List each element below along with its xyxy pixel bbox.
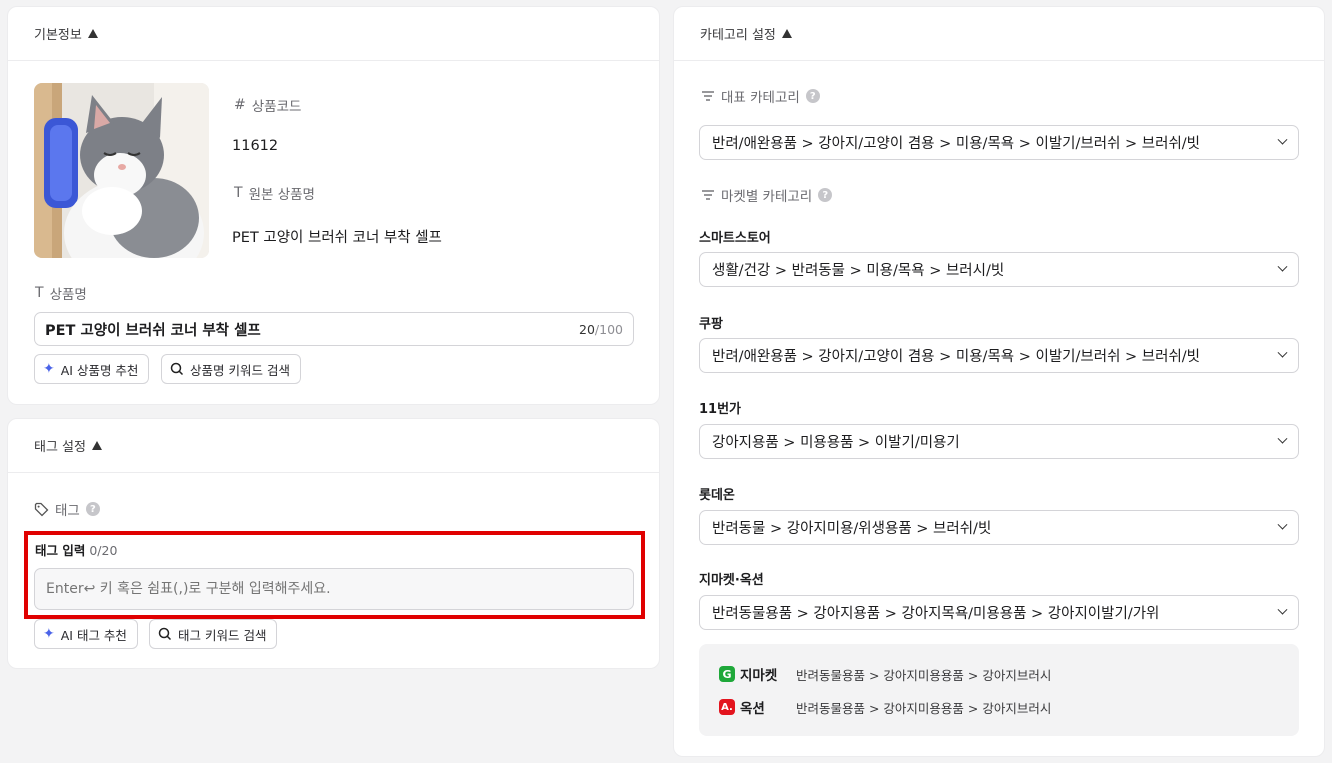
category-settings-card: 카테고리 설정 대표 카테고리 ? 반려/애완용품 > 강아지/고양이 겸용 >… xyxy=(673,6,1325,757)
market-name-smartstore: 스마트스토어 xyxy=(699,231,771,246)
chevron-down-icon xyxy=(1277,347,1288,358)
auction-label: 옥션 xyxy=(740,701,765,717)
filter-lines-icon xyxy=(702,91,714,101)
chevron-down-icon xyxy=(1277,433,1288,444)
market-name-11st: 11번가 xyxy=(699,402,742,417)
tag-input-count: 0/20 xyxy=(89,543,118,558)
market-name-gmarket-auction: 지마켓·옥션 xyxy=(699,573,764,588)
market-category-label-text: 마켓별 카테고리 xyxy=(721,189,813,205)
product-name-input[interactable]: PET 고양이 브러쉬 코너 부착 셀프 20/100 xyxy=(34,312,634,346)
gmarket-row: G 지마켓 반려동물용품 > 강아지미용용품 > 강아지브러시 xyxy=(719,664,1051,684)
chevron-down-icon xyxy=(1277,519,1288,530)
tag-label: 태그 ? xyxy=(34,499,100,519)
product-name-label-text: 상품명 xyxy=(49,287,87,303)
product-code-label: # 상품코드 xyxy=(234,95,301,115)
product-name-max: /100 xyxy=(594,321,623,337)
auction-row: A. 옥션 반려동물용품 > 강아지미용용품 > 강아지브러시 xyxy=(719,697,1051,717)
help-icon[interactable]: ? xyxy=(818,188,833,202)
category-select-lotteon[interactable]: 반려동물 > 강아지미용/위생용품 > 브러쉬/빗 xyxy=(699,510,1299,545)
gmarket-auction-detail-box: G 지마켓 반려동물용품 > 강아지미용용품 > 강아지브러시 A. 옥션 반려… xyxy=(699,644,1299,736)
collapse-caret-icon xyxy=(91,441,102,450)
gmarket-label: 지마켓 xyxy=(740,668,778,684)
main-category-select[interactable]: 반려/애완용품 > 강아지/고양이 겸용 > 미용/목욕 > 이발기/브러쉬 >… xyxy=(699,125,1299,160)
category-value-smartstore: 생활/건강 > 반려동물 > 미용/목욕 > 브러시/빗 xyxy=(712,263,1005,279)
name-keyword-search-label: 상품명 키워드 검색 xyxy=(190,362,290,378)
product-name-value: PET 고양이 브러쉬 코너 부착 셀프 xyxy=(45,322,261,339)
category-settings-header[interactable]: 카테고리 설정 xyxy=(674,7,1324,61)
category-settings-title: 카테고리 설정 xyxy=(700,28,776,43)
text-type-icon: T xyxy=(35,285,44,301)
search-icon xyxy=(158,627,172,641)
product-image xyxy=(34,83,209,258)
chevron-down-icon xyxy=(1277,134,1288,145)
product-code-value: 11612 xyxy=(232,138,279,154)
category-value-lotteon: 반려동물 > 강아지미용/위생용품 > 브러쉬/빗 xyxy=(712,521,992,537)
original-name-label-text: 원본 상품명 xyxy=(248,187,315,203)
tag-settings-title: 태그 설정 xyxy=(34,440,86,455)
gmarket-category-path: 반려동물용품 > 강아지미용용품 > 강아지브러시 xyxy=(796,667,1052,683)
market-category-label: 마켓별 카테고리 ? xyxy=(701,185,833,205)
category-value-coupang: 반려/애완용품 > 강아지/고양이 겸용 > 미용/목욕 > 이발기/브러쉬 >… xyxy=(712,349,1201,365)
category-value-11st: 강아지용품 > 미용용품 > 이발기/미용기 xyxy=(712,435,960,451)
tag-icon xyxy=(34,502,49,516)
search-icon xyxy=(170,362,184,376)
auction-logo-icon: A. xyxy=(719,699,735,715)
tag-settings-card: 태그 설정 태그 ? 태그 입력 0/20 ✦ AI 태그 추천 태그 키워드 … xyxy=(7,418,660,669)
category-value-gmarket-auction: 반려동물용품 > 강아지용품 > 강아지목욕/미용용품 > 강아지이발기/가위 xyxy=(712,606,1160,622)
tag-input-label: 태그 입력 0/20 xyxy=(35,540,117,559)
product-name-count: 20 xyxy=(579,321,595,337)
original-name-value: PET 고양이 브러쉬 코너 부착 셀프 xyxy=(232,230,442,246)
basic-info-header[interactable]: 기본정보 xyxy=(8,7,659,61)
tag-label-text: 태그 xyxy=(55,503,80,519)
ai-name-recommend-button[interactable]: ✦ AI 상품명 추천 xyxy=(34,354,150,384)
basic-info-title: 기본정보 xyxy=(34,28,82,43)
chevron-down-icon xyxy=(1277,604,1288,615)
main-category-label: 대표 카테고리 ? xyxy=(701,86,820,106)
text-type-icon: T xyxy=(234,185,243,201)
name-keyword-search-button[interactable]: 상품명 키워드 검색 xyxy=(161,354,301,384)
original-name-label: T 원본 상품명 xyxy=(234,183,315,203)
category-select-smartstore[interactable]: 생활/건강 > 반려동물 > 미용/목욕 > 브러시/빗 xyxy=(699,252,1299,287)
ai-tag-recommend-button[interactable]: ✦ AI 태그 추천 xyxy=(34,619,138,649)
chevron-down-icon xyxy=(1277,261,1288,272)
tag-settings-header[interactable]: 태그 설정 xyxy=(8,419,659,473)
ai-tag-recommend-label: AI 태그 추천 xyxy=(60,627,127,643)
help-icon[interactable]: ? xyxy=(85,502,100,516)
filter-lines-icon xyxy=(702,190,714,200)
category-select-11st[interactable]: 강아지용품 > 미용용품 > 이발기/미용기 xyxy=(699,424,1299,459)
main-category-value: 반려/애완용품 > 강아지/고양이 겸용 > 미용/목욕 > 이발기/브러쉬 >… xyxy=(712,136,1201,152)
market-name-coupang: 쿠팡 xyxy=(699,317,723,332)
category-select-gmarket-auction[interactable]: 반려동물용품 > 강아지용품 > 강아지목욕/미용용품 > 강아지이발기/가위 xyxy=(699,595,1299,630)
tag-input-field[interactable] xyxy=(34,568,634,610)
tag-keyword-search-button[interactable]: 태그 키워드 검색 xyxy=(149,619,278,649)
help-icon[interactable]: ? xyxy=(805,89,820,103)
tag-input-label-text: 태그 입력 xyxy=(35,543,86,558)
ai-name-recommend-label: AI 상품명 추천 xyxy=(60,362,139,378)
tag-keyword-search-label: 태그 키워드 검색 xyxy=(178,627,267,643)
basic-info-card: 기본정보 # 상품코드 11612 T 원본 상품명 PET 고양이 브러쉬 코… xyxy=(7,6,660,405)
sparkle-icon: ✦ xyxy=(43,626,55,642)
product-name-counter: 20/100 xyxy=(579,322,623,337)
main-category-label-text: 대표 카테고리 xyxy=(721,90,800,106)
market-name-lotteon: 롯데온 xyxy=(699,488,735,503)
product-code-label-text: 상품코드 xyxy=(251,99,302,115)
gmarket-logo-icon: G xyxy=(719,666,735,682)
product-name-label: T 상품명 xyxy=(35,283,87,303)
collapse-caret-icon xyxy=(781,29,792,38)
category-select-coupang[interactable]: 반려/애완용품 > 강아지/고양이 겸용 > 미용/목욕 > 이발기/브러쉬 >… xyxy=(699,338,1299,373)
collapse-caret-icon xyxy=(87,29,98,38)
auction-category-path: 반려동물용품 > 강아지미용용품 > 강아지브러시 xyxy=(796,700,1052,716)
sparkle-icon: ✦ xyxy=(43,361,55,377)
hash-icon: # xyxy=(234,97,246,113)
